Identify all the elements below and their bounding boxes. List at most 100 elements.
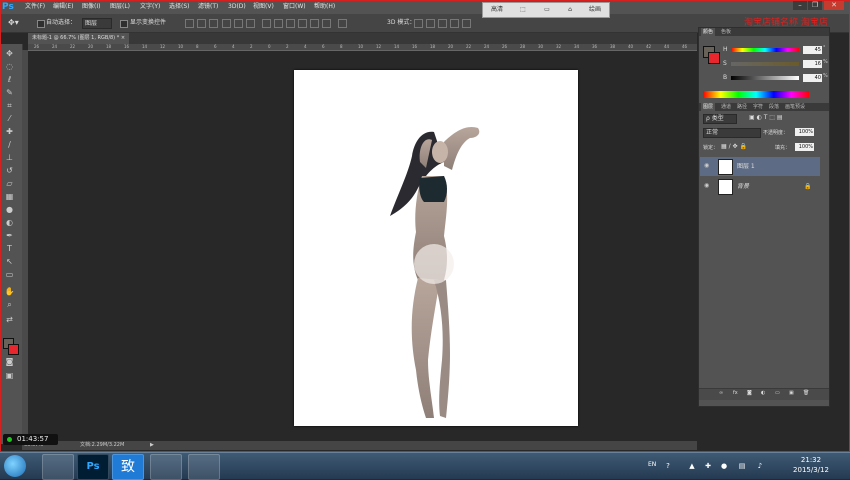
- mask-icon[interactable]: ◙: [747, 389, 752, 397]
- gradient-tool-icon[interactable]: ▦: [3, 191, 16, 202]
- visibility-eye-icon[interactable]: ◉: [704, 163, 710, 169]
- show-transform-checkbox[interactable]: [120, 20, 128, 28]
- game-app-icon[interactable]: [188, 454, 220, 480]
- 3d-roll-icon[interactable]: [426, 19, 435, 28]
- align-vcenter-icon[interactable]: [197, 19, 206, 28]
- layer-filter-icons[interactable]: ▣ ◐ T ⬚ ▤: [749, 114, 783, 121]
- pen-tool-icon[interactable]: ✒: [3, 230, 16, 241]
- workspace-hd-button[interactable]: 高清: [483, 3, 511, 17]
- menu-image[interactable]: 图像(I): [82, 0, 100, 14]
- saturation-value[interactable]: 16: [803, 60, 822, 68]
- chrome-icon[interactable]: [150, 454, 182, 480]
- menu-select[interactable]: 选择(S): [169, 0, 190, 14]
- menu-layer[interactable]: 图层(L): [110, 0, 130, 14]
- 3d-slide-icon[interactable]: [450, 19, 459, 28]
- opacity-value[interactable]: 100%: [795, 128, 814, 136]
- menu-window[interactable]: 窗口(W): [283, 0, 306, 14]
- move-tool-icon[interactable]: ✥▾: [8, 14, 19, 32]
- restore-button[interactable]: ❐: [808, 0, 822, 10]
- minimize-button[interactable]: –: [793, 0, 807, 10]
- close-tab-icon[interactable]: ×: [121, 35, 125, 41]
- document-tab[interactable]: 未标题-1 @ 66.7% (图层 1, RGB/8) * ×: [28, 33, 130, 44]
- path-select-tool-icon[interactable]: ↖: [3, 256, 16, 267]
- menu-view[interactable]: 视图(V): [253, 0, 274, 14]
- menu-file[interactable]: 文件(F): [25, 0, 45, 14]
- blur-tool-icon[interactable]: ●: [3, 204, 16, 215]
- tab-character[interactable]: 字符: [751, 103, 765, 111]
- history-brush-tool-icon[interactable]: ↺: [3, 165, 16, 176]
- menu-filter[interactable]: 滤镜(T): [198, 0, 218, 14]
- photoshop-taskbar-icon[interactable]: Ps: [77, 454, 109, 480]
- tab-swatches[interactable]: 色板: [719, 28, 733, 36]
- trash-icon[interactable]: 🗑: [803, 389, 809, 397]
- panel-background-swatch[interactable]: [708, 52, 720, 64]
- explorer-icon[interactable]: [42, 454, 74, 480]
- status-menu-arrow-icon[interactable]: ▶: [150, 441, 154, 450]
- qq-icon[interactable]: ●: [720, 462, 728, 470]
- language-indicator[interactable]: EN: [648, 461, 656, 468]
- workspace-select-icon[interactable]: ⬚: [511, 3, 535, 17]
- hue-slider[interactable]: [731, 48, 799, 52]
- eraser-tool-icon[interactable]: ▱: [3, 178, 16, 189]
- auto-select-dropdown[interactable]: 图层: [82, 18, 112, 29]
- workspace-paint-button[interactable]: 绘画: [581, 3, 609, 17]
- volume-icon[interactable]: ♪: [756, 462, 764, 470]
- align-top-icon[interactable]: [185, 19, 194, 28]
- screen-mode-icon[interactable]: ▣: [3, 370, 16, 381]
- eyedropper-tool-icon[interactable]: ⁄: [3, 113, 16, 124]
- distribute-right-icon[interactable]: [322, 19, 331, 28]
- fill-value[interactable]: 100%: [795, 143, 814, 151]
- dodge-tool-icon[interactable]: ◐: [3, 217, 16, 228]
- distribute-bottom-icon[interactable]: [286, 19, 295, 28]
- brush-tool-icon[interactable]: ∕: [3, 139, 16, 150]
- link-icon[interactable]: ∞: [719, 389, 723, 397]
- folder-icon[interactable]: ▭: [775, 389, 780, 397]
- distribute-top-icon[interactable]: [262, 19, 271, 28]
- start-button[interactable]: [4, 455, 26, 477]
- new-layer-icon[interactable]: ▣: [789, 389, 794, 397]
- background-color-swatch[interactable]: [8, 344, 19, 355]
- healing-brush-tool-icon[interactable]: ✚: [3, 126, 16, 137]
- move-tool-icon[interactable]: ✥: [3, 48, 16, 59]
- adjustment-icon[interactable]: ◐: [761, 389, 765, 397]
- tab-channels[interactable]: 通道: [719, 103, 733, 111]
- brightness-slider[interactable]: [731, 76, 799, 80]
- hue-value[interactable]: 45: [803, 46, 822, 54]
- color-spectrum-bar[interactable]: [703, 91, 809, 98]
- align-hcenter-icon[interactable]: [234, 19, 243, 28]
- align-right-icon[interactable]: [246, 19, 255, 28]
- help-icon[interactable]: ?: [664, 462, 672, 470]
- fx-icon[interactable]: fx: [733, 389, 738, 397]
- 3d-scale-icon[interactable]: [462, 19, 471, 28]
- hand-tool-icon[interactable]: ✋: [3, 286, 16, 297]
- tab-color[interactable]: 颜色: [701, 28, 716, 36]
- shape-tool-icon[interactable]: ▭: [3, 269, 16, 280]
- workspace-window-icon[interactable]: ▭: [535, 3, 559, 17]
- menu-type[interactable]: 文字(Y): [140, 0, 160, 14]
- zhi-app-icon[interactable]: 致: [112, 454, 144, 480]
- 3d-drag-icon[interactable]: [438, 19, 447, 28]
- lasso-tool-icon[interactable]: ℓ: [3, 74, 16, 85]
- menu-edit[interactable]: 编辑(E): [53, 0, 73, 14]
- document-canvas[interactable]: [294, 70, 578, 426]
- tab-paths[interactable]: 路径: [735, 103, 749, 111]
- system-clock[interactable]: 21:32 2015/3/12: [788, 455, 834, 475]
- distribute-hcenter-icon[interactable]: [310, 19, 319, 28]
- tab-brush-presets[interactable]: 画笔预设: [783, 103, 807, 111]
- security-icon[interactable]: ✚: [704, 462, 712, 470]
- tab-layers[interactable]: 图层: [701, 103, 716, 111]
- quick-select-tool-icon[interactable]: ✎: [3, 87, 16, 98]
- brightness-value[interactable]: 40: [803, 74, 822, 82]
- 3d-rotate-icon[interactable]: [414, 19, 423, 28]
- clone-stamp-tool-icon[interactable]: ⊥: [3, 152, 16, 163]
- lock-icons[interactable]: ▦ ∕ ✥ 🔒: [721, 143, 747, 150]
- type-tool-icon[interactable]: T: [3, 243, 16, 254]
- menu-3d[interactable]: 3D(D): [228, 0, 246, 14]
- menu-help[interactable]: 帮助(H): [314, 0, 335, 14]
- zoom-tool-icon[interactable]: ⌕: [3, 299, 16, 310]
- crop-tool-icon[interactable]: ⌗: [3, 100, 16, 111]
- swap-colors-icon[interactable]: ⇄: [3, 314, 16, 325]
- layer-filter-dropdown[interactable]: ρ 类型: [703, 114, 737, 124]
- blend-mode-dropdown[interactable]: 正常: [703, 128, 761, 138]
- auto-select-checkbox[interactable]: [37, 20, 45, 28]
